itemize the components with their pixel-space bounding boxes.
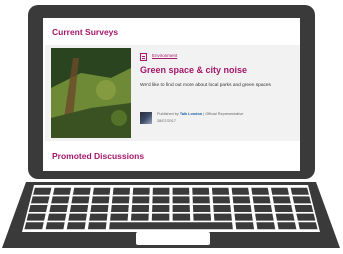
keyboard-key bbox=[172, 196, 190, 204]
keyboard-key bbox=[68, 213, 87, 221]
keyboard-key bbox=[92, 187, 111, 195]
keyboard-key bbox=[87, 222, 107, 230]
keyboard-key bbox=[132, 187, 150, 195]
keyboard-key bbox=[33, 187, 52, 195]
laptop-base bbox=[2, 182, 340, 248]
keyboard-key bbox=[255, 213, 274, 221]
keyboard-key bbox=[192, 205, 211, 212]
keyboard-key bbox=[252, 196, 271, 204]
keyboard-key bbox=[292, 196, 312, 204]
keyboard-key bbox=[275, 213, 295, 221]
keyboard-key bbox=[28, 205, 48, 212]
keyboard-key bbox=[90, 205, 109, 212]
keyboard-key bbox=[152, 205, 170, 212]
keyboard-key bbox=[192, 196, 210, 204]
keyboard-key bbox=[152, 187, 170, 195]
keyboard-key bbox=[232, 196, 251, 204]
keyboard-key bbox=[91, 196, 110, 204]
keyboard-key bbox=[253, 205, 273, 212]
keyboard-key bbox=[66, 222, 86, 230]
keyboard-key bbox=[110, 213, 129, 221]
trackpad[interactable] bbox=[136, 232, 210, 245]
keyboard-key bbox=[234, 213, 253, 221]
keyboard-key bbox=[51, 196, 70, 204]
keyboard-key bbox=[49, 205, 68, 212]
keyboard-key bbox=[256, 222, 276, 230]
spacebar-key bbox=[109, 222, 233, 230]
keyboard-key bbox=[47, 213, 67, 221]
keyboard-key bbox=[235, 222, 255, 230]
keyboard-key bbox=[26, 213, 46, 221]
keyboard-key bbox=[72, 187, 91, 195]
keyboard-key bbox=[193, 213, 212, 221]
keyboard-key bbox=[213, 205, 232, 212]
keyboard-key bbox=[294, 205, 314, 212]
keyboard-key bbox=[298, 222, 318, 230]
keyboard-key bbox=[112, 187, 131, 195]
keyboard-key bbox=[53, 187, 72, 195]
keyboard-key bbox=[296, 213, 316, 221]
keyboard-key bbox=[111, 196, 130, 204]
keyboard-key bbox=[212, 196, 231, 204]
keyboard-key bbox=[89, 213, 108, 221]
keyboard-key bbox=[213, 213, 232, 221]
keyboard-key bbox=[110, 205, 129, 212]
keyboard-key bbox=[131, 205, 150, 212]
keyboard-key bbox=[211, 187, 230, 195]
keyboard-key bbox=[233, 205, 252, 212]
keyboard-key bbox=[24, 222, 44, 230]
keyboard-key bbox=[251, 187, 270, 195]
keyboard-key bbox=[172, 187, 190, 195]
keyboard-key bbox=[290, 187, 309, 195]
keyboard-key bbox=[69, 205, 89, 212]
keyboard-key bbox=[151, 213, 170, 221]
keyboard-key bbox=[274, 205, 293, 212]
keyboard-key bbox=[152, 196, 170, 204]
keyboard-key bbox=[192, 187, 210, 195]
keyboard-key bbox=[45, 222, 65, 230]
keyboard-key bbox=[231, 187, 250, 195]
keyboard-key bbox=[130, 213, 149, 221]
keyboard-key bbox=[71, 196, 90, 204]
keyboard-key bbox=[30, 196, 50, 204]
keyboard-key bbox=[277, 222, 297, 230]
keyboard-key bbox=[172, 205, 190, 212]
keyboard-key bbox=[270, 187, 289, 195]
keyboard-key bbox=[272, 196, 291, 204]
keyboard-key bbox=[132, 196, 150, 204]
keyboard-key bbox=[172, 213, 191, 221]
